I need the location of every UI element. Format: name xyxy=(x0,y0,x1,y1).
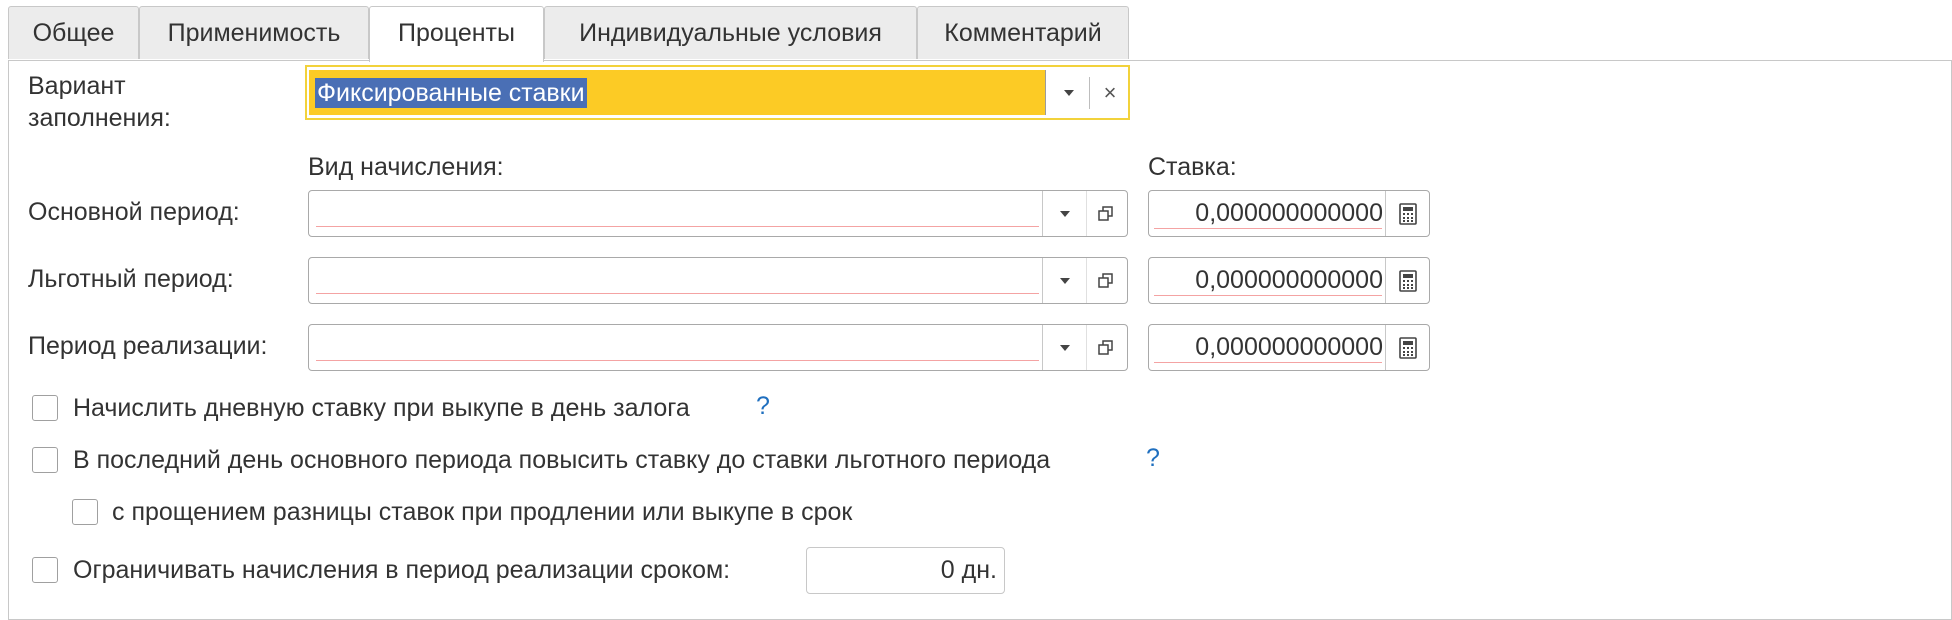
tab-general[interactable]: Общее xyxy=(8,6,139,59)
required-underline xyxy=(1154,362,1382,363)
rate-value: 0,000000000000 xyxy=(1195,333,1383,361)
sale-period-rate-field[interactable]: 0,000000000000 xyxy=(1148,324,1430,371)
required-underline xyxy=(1154,295,1382,296)
chevron-down-icon xyxy=(1060,211,1070,217)
tab-comment[interactable]: Комментарий xyxy=(917,6,1129,59)
divider xyxy=(1086,325,1087,370)
limit-days-input[interactable]: 0 дн. xyxy=(806,547,1005,594)
tab-interest[interactable]: Проценты xyxy=(369,6,544,62)
open-button[interactable] xyxy=(1089,258,1125,303)
open-icon xyxy=(1098,340,1113,355)
forgive-difference-checkbox[interactable] xyxy=(72,499,98,525)
calculator-icon xyxy=(1399,203,1417,225)
tab-label: Общее xyxy=(32,19,115,47)
divider xyxy=(1086,258,1087,303)
tab-label: Применимость xyxy=(167,19,341,47)
tab-applicability[interactable]: Применимость xyxy=(139,6,369,59)
dropdown-button[interactable] xyxy=(1051,70,1087,115)
open-icon xyxy=(1098,206,1113,221)
dropdown-button[interactable] xyxy=(1047,258,1083,303)
required-underline xyxy=(316,360,1039,361)
dropdown-button[interactable] xyxy=(1047,325,1083,370)
divider xyxy=(1089,77,1090,109)
divider xyxy=(1042,325,1043,370)
daily-rate-checkbox[interactable] xyxy=(32,395,58,421)
limit-days-value: 0 дн. xyxy=(940,556,997,584)
required-underline xyxy=(1154,228,1382,229)
grace-period-accrual-field[interactable] xyxy=(308,257,1128,304)
rate-value: 0,000000000000 xyxy=(1195,266,1383,294)
divider xyxy=(1042,258,1043,303)
calculator-button[interactable] xyxy=(1386,258,1430,303)
main-period-label: Основной период: xyxy=(28,198,240,226)
forgive-difference-label: с прощением разницы ставок при продлении… xyxy=(112,498,853,526)
chevron-down-icon xyxy=(1060,278,1070,284)
chevron-down-icon xyxy=(1064,90,1074,96)
daily-rate-label: Начислить дневную ставку при выкупе в де… xyxy=(73,394,690,422)
raise-rate-label: В последний день основного периода повыс… xyxy=(73,446,1051,474)
main-period-accrual-field[interactable] xyxy=(308,190,1128,237)
open-button[interactable] xyxy=(1089,191,1125,236)
variant-select[interactable]: Фиксированные ставки × xyxy=(305,65,1130,120)
clear-button[interactable]: × xyxy=(1093,70,1127,115)
rate-value: 0,000000000000 xyxy=(1195,199,1383,227)
open-icon xyxy=(1098,273,1113,288)
accrual-column-header: Вид начисления: xyxy=(308,153,504,181)
grace-period-rate-field[interactable]: 0,000000000000 xyxy=(1148,257,1430,304)
dropdown-button[interactable] xyxy=(1047,191,1083,236)
help-icon[interactable]: ? xyxy=(1146,444,1160,473)
divider xyxy=(1086,191,1087,236)
required-underline xyxy=(316,293,1039,294)
calculator-icon xyxy=(1399,270,1417,292)
sale-period-label: Период реализации: xyxy=(28,332,268,360)
calculator-button[interactable] xyxy=(1386,325,1430,370)
chevron-down-icon xyxy=(1060,345,1070,351)
tab-individual-terms[interactable]: Индивидуальные условия xyxy=(544,6,917,59)
tab-label: Проценты xyxy=(398,19,515,47)
sale-period-accrual-field[interactable] xyxy=(308,324,1128,371)
calculator-icon xyxy=(1399,337,1417,359)
close-icon: × xyxy=(1103,80,1117,105)
required-underline xyxy=(316,226,1039,227)
help-icon[interactable]: ? xyxy=(756,392,770,421)
variant-label: Вариант заполнения: xyxy=(28,72,171,132)
divider xyxy=(1045,70,1046,115)
raise-rate-checkbox[interactable] xyxy=(32,447,58,473)
calculator-button[interactable] xyxy=(1386,191,1430,236)
grace-period-label: Льготный период: xyxy=(28,265,234,293)
variant-value[interactable]: Фиксированные ставки xyxy=(315,78,587,108)
tab-label: Комментарий xyxy=(944,19,1102,47)
main-period-rate-field[interactable]: 0,000000000000 xyxy=(1148,190,1430,237)
open-button[interactable] xyxy=(1089,325,1125,370)
limit-accrual-label: Ограничивать начисления в период реализа… xyxy=(73,556,731,584)
limit-accrual-checkbox[interactable] xyxy=(32,557,58,583)
divider xyxy=(1042,191,1043,236)
tab-label: Индивидуальные условия xyxy=(579,19,882,47)
rate-column-header: Ставка: xyxy=(1148,153,1237,181)
